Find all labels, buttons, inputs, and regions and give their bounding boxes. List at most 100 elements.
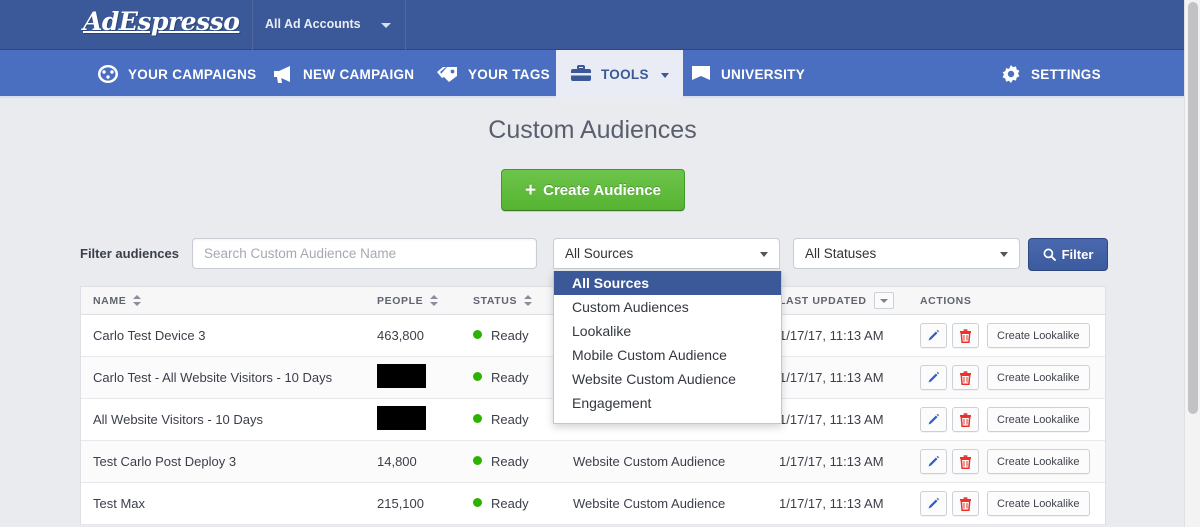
top-bar: AdEspresso All Ad Accounts 102 Hi, Inter… bbox=[0, 0, 1200, 50]
status-label: Ready bbox=[491, 454, 529, 469]
status-label: Ready bbox=[491, 328, 529, 343]
nav-item-university[interactable]: UNIVERSITY bbox=[676, 50, 819, 98]
cell-name: Carlo Test Device 3 bbox=[81, 328, 365, 343]
column-header-name[interactable]: NAME bbox=[81, 295, 365, 307]
delete-button[interactable] bbox=[952, 365, 979, 390]
chevron-down-icon bbox=[760, 252, 768, 257]
cell-people: 215,100 bbox=[365, 496, 461, 511]
filter-row: Filter audiences All Sources All Statuse… bbox=[80, 238, 1106, 270]
nav-item-your-tags[interactable]: YOUR TAGS bbox=[423, 50, 564, 98]
search-input[interactable] bbox=[192, 238, 537, 269]
status-dot-icon bbox=[473, 456, 482, 465]
nav-item-settings[interactable]: SETTINGS bbox=[986, 50, 1115, 98]
source-option[interactable]: Mobile Custom Audience bbox=[554, 343, 781, 367]
cell-last-updated: 1/17/17, 11:13 AM bbox=[767, 496, 907, 511]
table-row[interactable]: Test Max215,100ReadyWebsite Custom Audie… bbox=[81, 483, 1105, 525]
brand-logo[interactable]: AdEspresso bbox=[83, 7, 239, 36]
column-header-people[interactable]: PEOPLE bbox=[365, 295, 461, 307]
pencil-icon bbox=[927, 371, 940, 384]
sort-icon[interactable] bbox=[524, 295, 532, 306]
column-label: PEOPLE bbox=[377, 295, 423, 307]
create-lookalike-button[interactable]: Create Lookalike bbox=[987, 491, 1090, 516]
create-lookalike-button[interactable]: Create Lookalike bbox=[987, 449, 1090, 474]
status-dot-icon bbox=[473, 414, 482, 423]
cell-status: Ready bbox=[461, 370, 561, 385]
plus-icon: + bbox=[525, 181, 536, 200]
delete-button[interactable] bbox=[952, 407, 979, 432]
nav-item-your-campaigns[interactable]: YOUR CAMPAIGNS bbox=[83, 50, 270, 98]
edit-button[interactable] bbox=[920, 449, 947, 474]
cell-people: 463,800 bbox=[365, 328, 461, 343]
status-select-value: All Statuses bbox=[805, 246, 876, 261]
account-selector[interactable]: All Ad Accounts bbox=[253, 0, 405, 50]
edit-button[interactable] bbox=[920, 323, 947, 348]
chevron-down-icon bbox=[661, 73, 669, 78]
status-select[interactable]: All Statuses bbox=[793, 238, 1020, 269]
cell-actions: Create Lookalike bbox=[907, 449, 1105, 474]
status-dot-icon bbox=[473, 498, 482, 507]
status-dot-icon bbox=[473, 330, 482, 339]
pencil-icon bbox=[927, 413, 940, 426]
cell-status: Ready bbox=[461, 412, 561, 427]
delete-button[interactable] bbox=[952, 449, 979, 474]
cell-name: Test Carlo Post Deploy 3 bbox=[81, 454, 365, 469]
edit-button[interactable] bbox=[920, 491, 947, 516]
create-lookalike-button[interactable]: Create Lookalike bbox=[987, 365, 1090, 390]
cell-last-updated: 1/17/17, 11:13 AM bbox=[767, 454, 907, 469]
delete-button[interactable] bbox=[952, 491, 979, 516]
cell-actions: Create Lookalike bbox=[907, 365, 1105, 390]
source-option[interactable]: Lookalike bbox=[554, 319, 781, 343]
pencil-icon bbox=[927, 329, 940, 342]
app-root: AdEspresso All Ad Accounts 102 Hi, Inter… bbox=[0, 0, 1200, 527]
search-icon bbox=[1043, 248, 1056, 261]
chevron-down-icon bbox=[381, 23, 391, 28]
gear-icon bbox=[1000, 64, 1022, 84]
column-label: STATUS bbox=[473, 295, 517, 307]
trash-icon bbox=[959, 455, 972, 469]
filter-button[interactable]: Filter bbox=[1028, 238, 1108, 271]
cell-last-updated: 1/17/17, 11:13 AM bbox=[767, 328, 907, 343]
edit-button[interactable] bbox=[920, 407, 947, 432]
redaction-box bbox=[377, 406, 426, 430]
source-dropdown-menu[interactable]: All SourcesCustom AudiencesLookalikeMobi… bbox=[553, 271, 782, 424]
status-label: Ready bbox=[491, 496, 529, 511]
create-lookalike-button[interactable]: Create Lookalike bbox=[987, 407, 1090, 432]
cell-status: Ready bbox=[461, 454, 561, 469]
cell-people bbox=[365, 364, 461, 391]
source-select[interactable]: All Sources bbox=[553, 238, 780, 269]
delete-button[interactable] bbox=[952, 323, 979, 348]
source-option[interactable]: Custom Audiences bbox=[554, 295, 781, 319]
sort-icon[interactable] bbox=[133, 295, 141, 306]
column-label: ACTIONS bbox=[920, 295, 971, 307]
megaphone-icon bbox=[272, 64, 294, 84]
create-lookalike-button[interactable]: Create Lookalike bbox=[987, 323, 1090, 348]
cell-name: Test Max bbox=[81, 496, 365, 511]
create-audience-button[interactable]: + Create Audience bbox=[501, 169, 685, 211]
scrollbar-thumb[interactable] bbox=[1188, 2, 1198, 414]
trash-icon bbox=[959, 497, 972, 511]
sort-icon[interactable] bbox=[430, 295, 438, 306]
source-select-value: All Sources bbox=[565, 246, 633, 261]
column-header-status[interactable]: STATUS bbox=[461, 295, 561, 307]
nav-item-tools[interactable]: TOOLS bbox=[556, 50, 683, 98]
pencil-icon bbox=[927, 497, 940, 510]
cell-people: 14,800 bbox=[365, 454, 461, 469]
nav-item-label: UNIVERSITY bbox=[721, 67, 805, 82]
page-scrollbar[interactable] bbox=[1184, 0, 1200, 527]
cell-status: Ready bbox=[461, 496, 561, 511]
source-option[interactable]: Website Custom Audience bbox=[554, 367, 781, 391]
table-row[interactable]: Test Carlo Post Deploy 314,800ReadyWebsi… bbox=[81, 441, 1105, 483]
tags-icon bbox=[437, 64, 459, 84]
nav-item-new-campaign[interactable]: NEW CAMPAIGN bbox=[258, 50, 428, 98]
column-header-actions: ACTIONS bbox=[907, 295, 1105, 307]
cell-last-updated: 1/17/17, 11:13 AM bbox=[767, 370, 907, 385]
book-icon bbox=[690, 64, 712, 84]
cell-actions: Create Lookalike bbox=[907, 491, 1105, 516]
source-option[interactable]: All Sources bbox=[554, 271, 781, 295]
cell-actions: Create Lookalike bbox=[907, 323, 1105, 348]
edit-button[interactable] bbox=[920, 365, 947, 390]
column-header-last-updated[interactable]: LAST UPDATED bbox=[767, 292, 907, 309]
source-option[interactable]: Engagement bbox=[554, 391, 781, 415]
cell-name: Carlo Test - All Website Visitors - 10 D… bbox=[81, 370, 365, 385]
sort-desc-icon[interactable] bbox=[874, 292, 894, 309]
